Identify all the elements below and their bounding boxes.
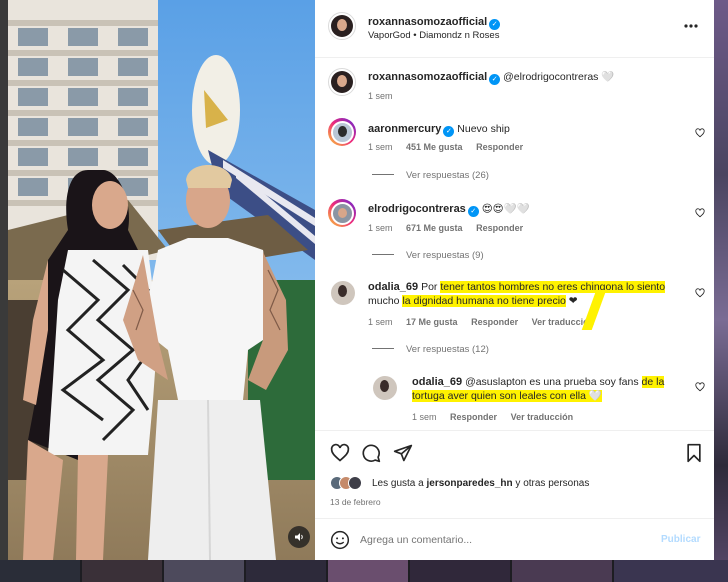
comment-meta: 1 sem 671 Me gusta Responder xyxy=(368,223,523,233)
post-modal-screen: roxannasomozaofficial ✓ VaporGod • Diamon… xyxy=(0,0,728,582)
comment-text: 😍😍🤍🤍 xyxy=(481,203,530,215)
comment-likes[interactable]: 17 Me gusta xyxy=(406,317,458,327)
avatar[interactable] xyxy=(330,201,354,225)
translate-button[interactable]: Ver traducción xyxy=(511,412,574,422)
audio-toggle-button[interactable] xyxy=(288,526,310,548)
reply-meta: 1 sem Responder Ver traducción xyxy=(412,412,573,422)
view-replies-button[interactable]: Ver respuestas (26) xyxy=(372,170,489,181)
view-replies-label: Ver respuestas (12) xyxy=(406,344,489,355)
avatar xyxy=(348,476,362,490)
reply-button[interactable]: Responder xyxy=(476,142,523,152)
comment-author[interactable]: aaronmercury xyxy=(368,123,441,135)
verified-icon: ✓ xyxy=(443,126,455,137)
post-header: roxannasomozaofficial ✓ VaporGod • Diamon… xyxy=(315,0,714,58)
reply-text-line-2: tortuga aver quien son leales con ella 🤍 xyxy=(412,390,602,403)
view-replies-button[interactable]: Ver respuestas (9) xyxy=(372,250,484,261)
reply-text-line-1: odalia_69 @asuslapton es una prueba soy … xyxy=(412,376,665,389)
author-row: roxannasomozaofficial ✓ xyxy=(368,12,501,30)
more-options-icon xyxy=(684,24,698,28)
more-options-button[interactable] xyxy=(683,18,699,39)
comment-time: 1 sem xyxy=(368,223,393,233)
highlighted-text: tortuga aver quien son leales con ella 🤍 xyxy=(412,390,602,402)
comment-bar: Publicar xyxy=(315,518,714,560)
like-comment-icon[interactable] xyxy=(695,128,705,138)
comment-text-row: elrodrigocontreras ✓ 😍😍🤍🤍 xyxy=(368,203,530,217)
reply-author[interactable]: odalia_69 xyxy=(412,376,462,388)
caption-text-row: roxannasomozaofficial ✓ @elrodrigocontrer… xyxy=(368,71,614,85)
comment-input[interactable] xyxy=(360,529,640,551)
comment-meta: 1 sem 451 Me gusta Responder xyxy=(368,142,523,152)
post-photo xyxy=(8,0,315,560)
post-date[interactable]: 13 de febrero xyxy=(330,497,381,507)
likes-suffix: y otras personas xyxy=(512,478,590,489)
comment-text-line-2: mucho la dignidad humana no tiene precio… xyxy=(368,295,578,308)
like-comment-icon[interactable] xyxy=(695,382,705,392)
avatar[interactable] xyxy=(331,281,355,305)
emoji-icon[interactable] xyxy=(330,530,350,550)
view-replies-label: Ver respuestas (26) xyxy=(406,170,489,181)
highlighted-text: la dignidad humana no tiene precio xyxy=(402,295,566,307)
comment-text-line-1: odalia_69 Por tener tantos hombres no er… xyxy=(368,281,666,294)
post-image[interactable] xyxy=(8,0,315,560)
view-replies-button[interactable]: Ver respuestas (12) xyxy=(372,344,489,355)
post-author-name[interactable]: roxannasomozaofficial xyxy=(368,16,487,28)
like-comment-icon[interactable] xyxy=(695,208,705,218)
comment-icon[interactable] xyxy=(361,443,381,463)
audio-track[interactable]: VaporGod • Diamondz n Roses xyxy=(368,30,499,41)
likes-summary: Les gusta a jersonparedes_hn y otras per… xyxy=(372,477,589,490)
audio-icon xyxy=(295,533,303,541)
post-details-panel: roxannasomozaofficial ✓ VaporGod • Diamon… xyxy=(315,0,714,560)
comment-author[interactable]: elrodrigocontreras xyxy=(368,203,466,215)
bookmark-icon[interactable] xyxy=(685,443,703,463)
verified-icon: ✓ xyxy=(467,206,479,217)
avatar[interactable] xyxy=(330,120,354,144)
backdrop-left xyxy=(0,0,8,582)
comment-author[interactable]: odalia_69 xyxy=(368,281,418,293)
publish-button[interactable]: Publicar xyxy=(661,534,700,545)
comment-time: 1 sem xyxy=(368,317,393,327)
likes-prefix: Les gusta a xyxy=(372,478,427,489)
liked-by-avatars[interactable] xyxy=(330,476,372,490)
backdrop-bottom xyxy=(0,560,728,582)
reply-text-pre: @asuslapton es una prueba soy fans xyxy=(465,376,642,388)
liked-by-user[interactable]: jersonparedes_hn xyxy=(426,478,512,489)
view-replies-label: Ver respuestas (9) xyxy=(406,250,484,261)
verified-icon: ✓ xyxy=(489,74,501,85)
avatar[interactable] xyxy=(373,376,397,400)
like-comment-icon[interactable] xyxy=(695,288,705,298)
reply-button[interactable]: Responder xyxy=(476,223,523,233)
avatar[interactable] xyxy=(331,71,353,93)
highlighted-text: de la xyxy=(641,376,665,388)
highlighted-text: tener tantos hombres no eres chingona lo… xyxy=(440,281,666,293)
heart-icon[interactable] xyxy=(330,443,350,463)
comment-text-pre: Por xyxy=(421,281,441,293)
comment-time: 1 sem xyxy=(368,142,393,152)
reply-time: 1 sem xyxy=(412,412,437,422)
comment-text: Nuevo ship xyxy=(457,123,510,135)
reply-button[interactable]: Responder xyxy=(450,412,497,422)
caption-author[interactable]: roxannasomozaofficial xyxy=(368,71,487,83)
reply-button[interactable]: Responder xyxy=(471,317,518,327)
comment-meta: 1 sem 17 Me gusta Responder Ver traducci… xyxy=(368,317,594,327)
share-icon[interactable] xyxy=(393,443,413,463)
comment-text-continued: mucho xyxy=(368,295,403,307)
comment-likes[interactable]: 451 Me gusta xyxy=(406,142,463,152)
comment-text-row: aaronmercury ✓ Nuevo ship xyxy=(368,123,510,137)
caption-text: @elrodrigocontreras 🤍 xyxy=(503,71,615,83)
backdrop-right xyxy=(714,0,728,582)
verified-icon: ✓ xyxy=(489,19,501,30)
post-actions: Les gusta a jersonparedes_hn y otras per… xyxy=(315,430,714,518)
caption-time: 1 sem xyxy=(368,91,393,101)
avatar[interactable] xyxy=(331,15,353,37)
comment-likes[interactable]: 671 Me gusta xyxy=(406,223,463,233)
comment-text-post: ❤ xyxy=(565,295,578,307)
